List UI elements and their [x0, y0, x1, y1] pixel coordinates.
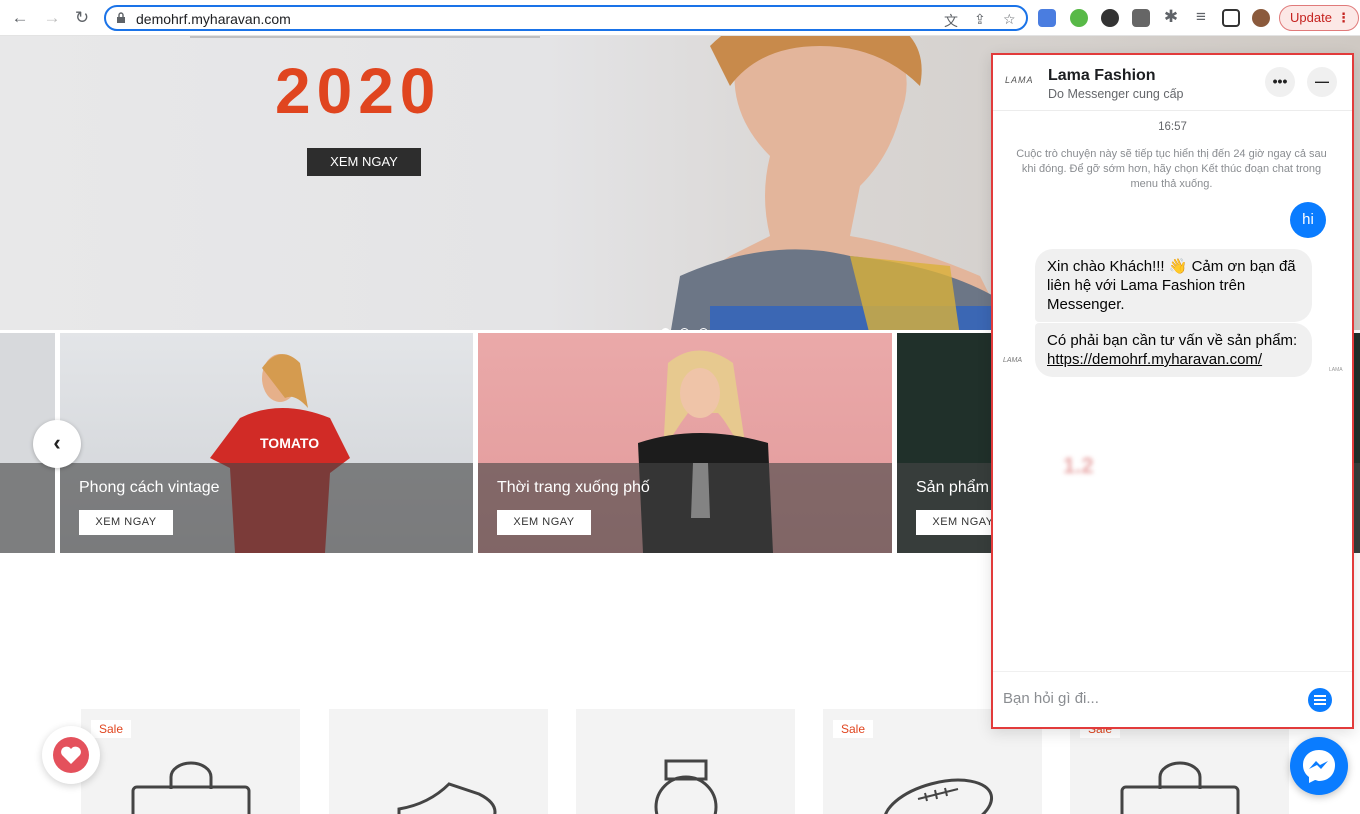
forward-icon[interactable]: →	[42, 8, 62, 28]
svg-text:TOMATO: TOMATO	[260, 435, 319, 451]
hero-model-image	[671, 36, 1010, 330]
page-logo: LAMA	[1005, 75, 1034, 85]
provider-label: Do Messenger cung cấp	[1048, 87, 1184, 101]
translate-icon[interactable]: 文	[944, 11, 958, 31]
extension-icon[interactable]	[1132, 9, 1150, 27]
collection-title: Sản phẩm	[916, 479, 989, 496]
translate-extension-icon[interactable]	[1038, 9, 1056, 27]
sale-badge: Sale	[833, 720, 874, 738]
user-message: hi	[1290, 202, 1326, 238]
bag-icon	[131, 761, 251, 814]
page-name: Lama Fashion	[1048, 67, 1156, 84]
chat-header: LAMA Lama Fashion Do Messenger cung cấp …	[993, 55, 1352, 111]
collection-title: Thời trang xuống phố	[497, 479, 650, 496]
bookmark-star-icon[interactable]: ☆	[1003, 11, 1016, 28]
product-card[interactable]: Sale	[81, 709, 300, 814]
hero-year: 2020	[275, 55, 442, 127]
bag-icon	[1120, 761, 1240, 814]
back-icon[interactable]: ←	[10, 8, 30, 28]
bot-message: Có phải bạn cần tư vấn về sản phẩm: http…	[1035, 323, 1312, 377]
message-link[interactable]: https://demohrf.myharavan.com/	[1047, 351, 1262, 368]
slider-dot[interactable]	[680, 328, 689, 330]
bot-avatar: LAMA	[1003, 357, 1023, 364]
collection-card[interactable]: TOMATO Phong cách vintage XEM NGAY	[60, 333, 473, 553]
lock-icon	[117, 12, 125, 23]
profile-avatar[interactable]	[1252, 9, 1270, 27]
side-panel-icon[interactable]	[1222, 9, 1240, 27]
football-icon	[882, 778, 994, 814]
shoe-icon	[397, 782, 497, 814]
collection-cta-button[interactable]: XEM NGAY	[79, 510, 173, 535]
message-input[interactable]	[1003, 690, 1293, 707]
extension-icon[interactable]	[1101, 9, 1119, 27]
read-receipt-avatar: LAMA	[1329, 367, 1343, 373]
collection-card[interactable]: Thời trang xuống phố XEM NGAY	[478, 333, 892, 553]
browser-toolbar: ← → ↻ demohrf.myharavan.com 文 ⇪ ☆ ✱ ≡ Up…	[0, 0, 1360, 36]
collection-title: Phong cách vintage	[79, 479, 220, 496]
more-horizontal-icon: •••	[1272, 73, 1288, 89]
more-vert-icon[interactable]: ⋮	[1337, 6, 1350, 30]
messenger-icon	[1303, 750, 1335, 783]
minimize-button[interactable]: —	[1307, 67, 1337, 97]
collection-cta-button[interactable]: XEM NGAY	[497, 510, 591, 535]
slider-dots	[661, 324, 718, 330]
bot-message-text: Có phải bạn cần tư vấn về sản phẩm:	[1047, 332, 1298, 349]
puzzle-extensions-icon[interactable]: ✱	[1161, 7, 1181, 27]
chat-timestamp: 16:57	[1158, 121, 1187, 133]
share-icon[interactable]: ⇪	[974, 11, 986, 28]
update-button[interactable]: Update ⋮	[1279, 5, 1359, 31]
heart-icon	[53, 737, 89, 773]
wishlist-button[interactable]	[42, 726, 100, 784]
chat-notice: Cuộc trò chuyện này sẽ tiếp tục hiển thị…	[1016, 148, 1327, 190]
reload-icon[interactable]: ↻	[72, 8, 92, 28]
url-text: demohrf.myharavan.com	[136, 11, 291, 27]
bot-message: Xin chào Khách!!! 👋 Cảm ơn bạn đã liên h…	[1035, 249, 1312, 322]
carousel-prev-button[interactable]: ‹	[33, 420, 81, 468]
address-bar[interactable]: demohrf.myharavan.com 文 ⇪ ☆	[104, 5, 1028, 31]
hero-cta-button[interactable]: XEM NGAY	[307, 148, 421, 176]
watch-icon	[654, 759, 718, 814]
minimize-icon: —	[1315, 73, 1329, 89]
slider-dot[interactable]	[699, 328, 708, 330]
hero-heading-cutoff	[190, 36, 540, 38]
slider-dot[interactable]	[661, 328, 670, 330]
product-card[interactable]	[576, 709, 795, 814]
message-composer	[993, 671, 1352, 727]
product-card[interactable]	[329, 709, 548, 814]
chevron-left-icon: ‹	[53, 430, 61, 455]
messenger-launcher-button[interactable]	[1290, 737, 1348, 795]
blurred-mark: 1.2	[1063, 453, 1094, 478]
menu-button[interactable]	[1308, 688, 1332, 712]
reading-list-icon[interactable]: ≡	[1191, 7, 1211, 27]
more-options-button[interactable]: •••	[1265, 67, 1295, 97]
page: ← → ↻ demohrf.myharavan.com 文 ⇪ ☆ ✱ ≡ Up…	[0, 0, 1360, 814]
extension-icon[interactable]	[1070, 9, 1088, 27]
messenger-chat-panel: LAMA Lama Fashion Do Messenger cung cấp …	[991, 53, 1354, 729]
